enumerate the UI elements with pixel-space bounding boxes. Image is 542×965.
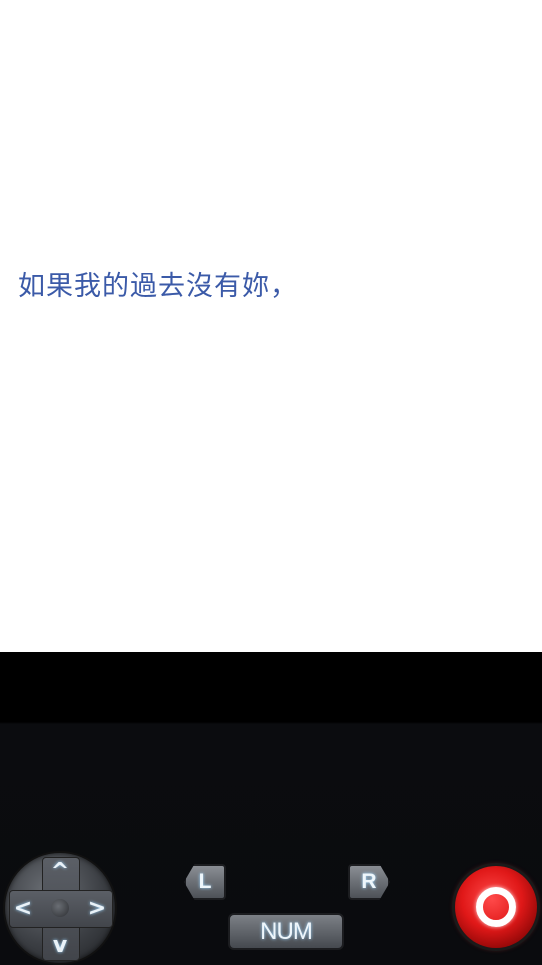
action-o-button[interactable]	[455, 866, 537, 948]
dpad-down-icon[interactable]: v	[48, 933, 72, 958]
dpad[interactable]: ^ v < >	[5, 853, 115, 963]
game-screen: 如果我的過去沒有妳，	[0, 0, 542, 652]
circle-o-icon	[476, 887, 516, 927]
dpad-right-icon[interactable]: >	[85, 896, 109, 921]
dialog-text: 如果我的過去沒有妳，	[18, 271, 298, 302]
dpad-left-icon[interactable]: <	[11, 896, 35, 921]
dpad-up-icon[interactable]: ^	[48, 859, 72, 884]
num-button[interactable]: NUM	[228, 913, 344, 950]
dpad-center	[51, 899, 69, 917]
